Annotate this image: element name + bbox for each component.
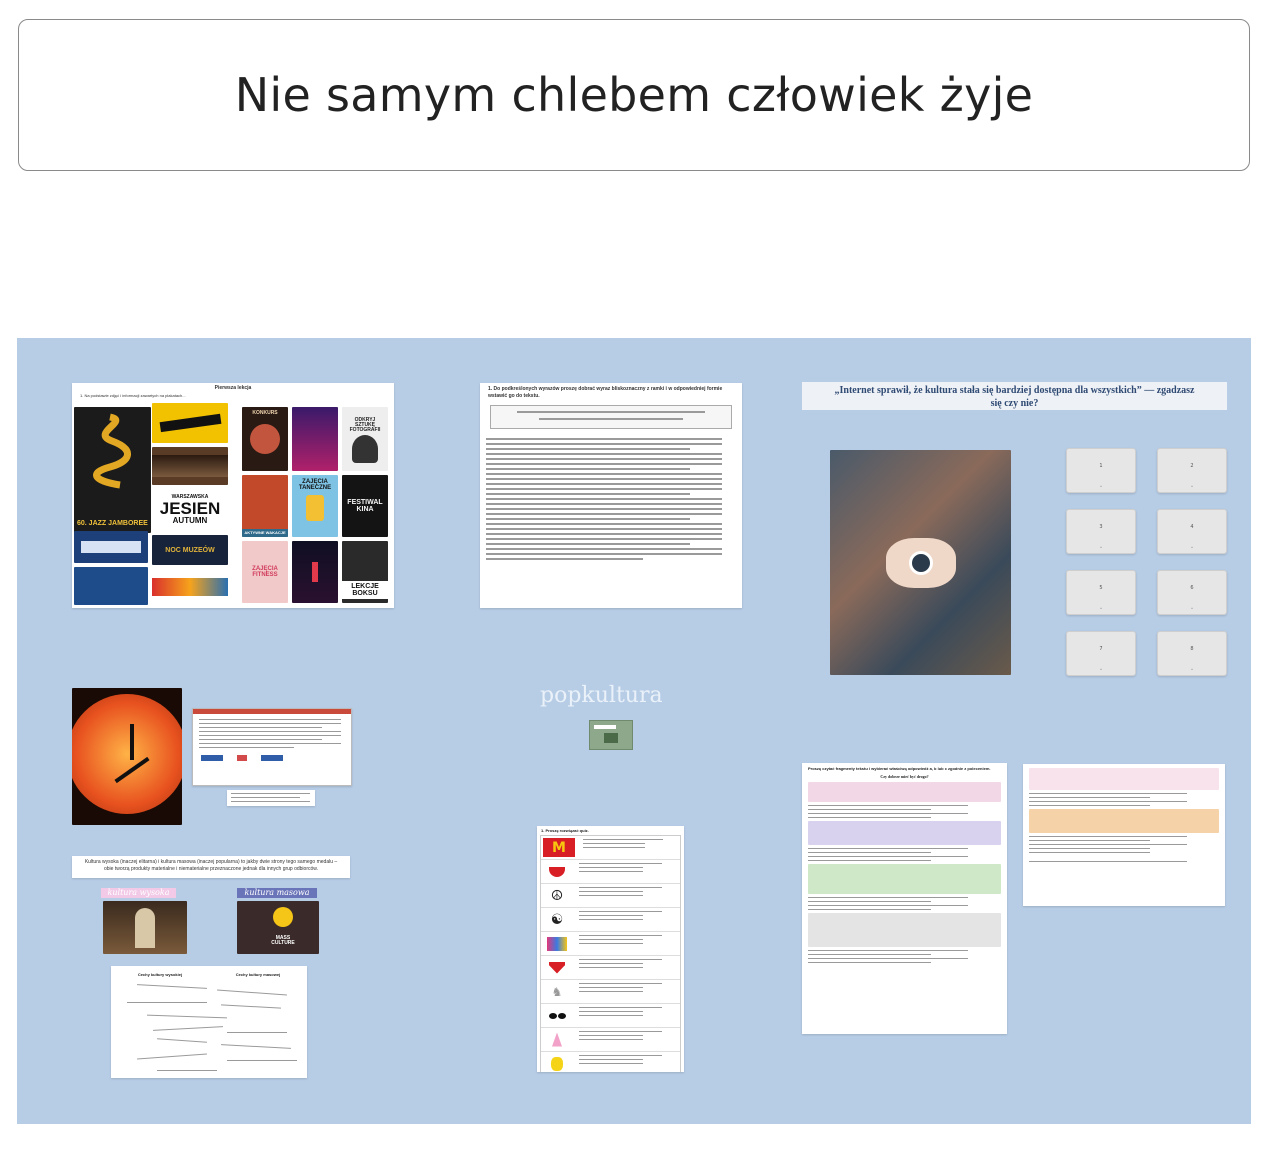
board-canvas[interactable]: Pierwsza lekcja 1. Na podstawie zdjęć i …: [17, 338, 1251, 1124]
dialog-screenshot-card[interactable]: [192, 708, 352, 786]
dialog-btn-3[interactable]: [261, 755, 283, 761]
poster-odkryj-fotografie: ODKRYJ SZTUKĘ FOTOGRAFII: [342, 407, 388, 471]
odkryj-title: ODKRYJ SZTUKĘ FOTOGRAFII: [349, 416, 381, 433]
mass-culture-text: MASS CULTURE: [271, 935, 295, 946]
reading-comprehension-card[interactable]: Proszę czytać fragmenty tekstu i wybiera…: [802, 763, 1007, 1034]
reading-highlight-gray: [808, 913, 1001, 947]
poster-jazz-title: 60. JAZZ JAMBOREE: [77, 520, 148, 527]
poster-red-figures: [152, 569, 228, 605]
poster-zajecia-fitness: ZAJĘCIA FITNESS: [242, 541, 288, 603]
poster-red-dancer: [292, 541, 338, 603]
internet-collage-image: [830, 450, 1011, 675]
mcdonalds-icon: M: [543, 838, 575, 857]
culture-features-card[interactable]: Cechy kultury wysokiej Cechy kultury mas…: [111, 966, 307, 1078]
dialog-footnote-card[interactable]: [227, 790, 315, 806]
popkultura-thumbnail[interactable]: [589, 720, 633, 750]
poster-jazz-jamboree: 60. JAZZ JAMBOREE: [74, 407, 151, 533]
reading-highlight-green: [808, 864, 1001, 894]
mass-culture-image: MASS CULTURE: [237, 901, 319, 954]
zajecia-title: ZAJĘCIA TANECZNE: [298, 479, 332, 491]
library-image: [103, 901, 187, 954]
poster-lekcje-boksu: LEKCJE BOKSU: [342, 541, 388, 603]
poster-warszawska-jesien: WARSZAWSKA JESIEN AUTUMN: [152, 489, 228, 531]
page-title: Nie samym chlebem człowiek żyje: [234, 68, 1034, 122]
reading-continuation-card[interactable]: [1023, 764, 1225, 906]
label-kultura-wysoka: kultura wysoka: [101, 888, 176, 898]
superman-icon: [541, 956, 573, 979]
sunglasses-icon: [541, 1004, 573, 1027]
synonym-task: 1. Do podkreślonych wyrazów proszę dobra…: [488, 386, 723, 399]
snake-illustration: [93, 413, 131, 489]
word-box: [490, 405, 732, 429]
reading-highlight-pink: [808, 782, 1001, 802]
unicorn-icon: ♞: [551, 984, 563, 999]
collage-task: 1. Na podstawie zdjęć i informacji zawar…: [80, 393, 186, 398]
lekcje-title: LEKCJE BOKSU: [342, 581, 388, 599]
poster-neon-concert: [292, 407, 338, 471]
quote-banner[interactable]: „Internet sprawił, że kultura stała się …: [802, 382, 1227, 410]
dialog-btn-2[interactable]: [237, 755, 247, 761]
poster-zajecia-taneczne: ZAJĘCIA TANECZNE: [292, 475, 338, 537]
aktywne-title: AKTYWNE WAKACJE: [242, 529, 288, 537]
synonym-exercise-card[interactable]: 1. Do podkreślonych wyrazów proszę dobra…: [480, 383, 742, 608]
answer-slot-8[interactable]: 8 +: [1157, 631, 1227, 676]
exercise-text-lines: [480, 431, 742, 560]
konkurs-title: KONKURS: [252, 410, 278, 416]
popkultura-label: popkultura: [540, 683, 663, 708]
features-scattered-lines: [111, 977, 307, 1073]
answer-slot-7[interactable]: 7 +: [1066, 631, 1136, 676]
reading-subtitle: Czy dobrze mieć być drogo?: [880, 774, 929, 779]
poster-collage-card[interactable]: Pierwsza lekcja 1. Na podstawie zdjęć i …: [72, 383, 394, 608]
collage-heading: Pierwsza lekcja: [214, 385, 252, 391]
jesien-title: JESIEN: [159, 499, 221, 518]
dialog-text-lines: [193, 714, 351, 748]
poster-festiwal-kina: FESTIWAL KINA: [342, 475, 388, 537]
reading-highlight-purple: [808, 821, 1001, 845]
sunset-staircase-image: [72, 688, 182, 825]
pikachu-icon: [541, 1052, 573, 1072]
princess-icon: [541, 1028, 573, 1051]
poster-blue-figures: [74, 567, 148, 605]
answer-slot-4[interactable]: 4 +: [1157, 509, 1227, 554]
continuation-highlight-orange: [1029, 809, 1219, 833]
label-kultura-masowa: kultura masowa: [237, 888, 317, 898]
poster-konkurs: KONKURS: [242, 407, 288, 471]
festiwal-title: FESTIWAL KINA: [347, 499, 383, 513]
quiz-grid: M ☮ ☯ ♞: [540, 835, 681, 1072]
yin-yang-icon: ☯: [550, 911, 564, 928]
high-vs-mass-culture-card[interactable]: Kultura wysoka (inaczej elitarna) i kult…: [72, 856, 350, 878]
answer-slot-3[interactable]: 3 +: [1066, 509, 1136, 554]
fitness-title: ZAJĘCIA FITNESS: [252, 566, 278, 578]
answer-slot-6[interactable]: 6 +: [1157, 570, 1227, 615]
quiz-card[interactable]: 1. Proszę rozwiązać quiz. M ☮ ☯ ♞: [537, 826, 684, 1072]
culture-definition: Kultura wysoka (inaczej elitarna) i kult…: [84, 859, 338, 872]
jesien-foot: AUTUMN: [172, 516, 208, 525]
quote-text: „Internet sprawił, że kultura stała się …: [834, 385, 1195, 409]
dialog-btn-1[interactable]: [201, 755, 223, 761]
poster-film-strip: [152, 403, 228, 443]
reading-heading: Proszę czytać fragmenty tekstu i wybiera…: [808, 766, 991, 771]
poster-stage: [74, 531, 148, 563]
peace-icon: ☮: [550, 887, 564, 904]
poster-concert-hall: [152, 447, 228, 485]
poster-noc-muzeow: NOC MUZEÓW: [152, 535, 228, 565]
answer-slot-5[interactable]: 5 +: [1066, 570, 1136, 615]
poster-aktywne-wakacje: AKTYWNE WAKACJE: [242, 475, 288, 537]
answer-slot-2[interactable]: 2 +: [1157, 448, 1227, 493]
title-box[interactable]: Nie samym chlebem człowiek żyje: [18, 19, 1250, 171]
quiz-heading: 1. Proszę rozwiązać quiz.: [541, 828, 589, 833]
answer-slot-1[interactable]: 1 +: [1066, 448, 1136, 493]
noc-title: NOC MUZEÓW: [165, 546, 215, 554]
rolling-stones-icon: [541, 860, 573, 883]
colorful-art-icon: [541, 932, 573, 955]
continuation-highlight-pink: [1029, 768, 1219, 790]
